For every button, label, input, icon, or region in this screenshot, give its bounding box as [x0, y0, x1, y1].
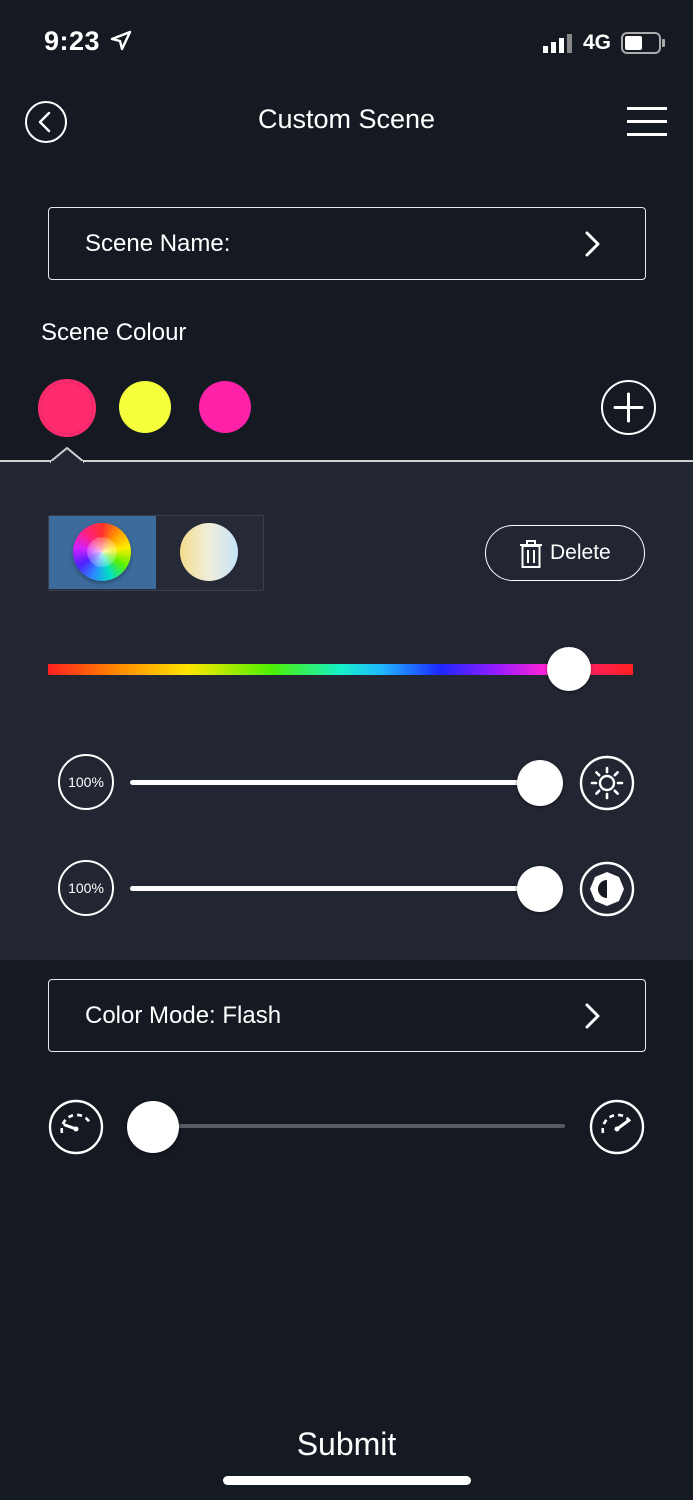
colour-swatch-2[interactable]	[119, 381, 171, 433]
hue-slider-track[interactable]	[48, 664, 633, 675]
chevron-right-icon	[585, 1003, 600, 1029]
saturation-slider-track[interactable]	[130, 886, 540, 891]
scene-name-label: Scene Name:	[85, 230, 231, 257]
white-temperature-icon	[180, 523, 238, 581]
battery-icon	[621, 32, 665, 54]
status-time: 9:23	[44, 26, 101, 56]
colour-wheel-icon	[73, 523, 131, 581]
plus-icon	[613, 392, 644, 423]
contrast-icon	[579, 861, 635, 917]
delete-label: Delete	[550, 541, 611, 564]
delete-button[interactable]: Delete	[485, 525, 645, 581]
color-mode-label: Color Mode: Flash	[85, 1002, 282, 1029]
scene-colour-label: Scene Colour	[41, 319, 187, 346]
brightness-slider-thumb[interactable]	[517, 760, 563, 806]
home-indicator	[223, 1476, 471, 1485]
location-arrow-icon	[110, 30, 132, 51]
signal-icon	[543, 34, 572, 53]
saturation-slider-thumb[interactable]	[517, 866, 563, 912]
colour-swatch-3[interactable]	[199, 381, 251, 433]
panel-divider	[0, 460, 693, 462]
white-mode-tab[interactable]	[156, 516, 263, 589]
brightness-slider-track[interactable]	[130, 780, 540, 785]
hue-slider-thumb[interactable]	[546, 647, 591, 691]
trash-icon	[520, 540, 542, 568]
colour-mode-toggle	[48, 515, 264, 591]
speed-slider-track[interactable]	[153, 1124, 565, 1128]
saturation-value-badge: 100%	[58, 860, 114, 916]
brightness-value-badge: 100%	[58, 754, 114, 810]
speed-slider-thumb[interactable]	[127, 1101, 179, 1153]
speed-slow-icon	[48, 1099, 104, 1155]
panel-pointer	[50, 447, 84, 463]
scene-name-row[interactable]: Scene Name:	[48, 207, 646, 280]
page-title: Custom Scene	[257, 104, 436, 134]
menu-icon[interactable]	[626, 104, 668, 140]
submit-button[interactable]: Submit	[0, 1426, 693, 1463]
add-colour-button[interactable]	[601, 380, 656, 435]
speed-fast-icon	[589, 1099, 645, 1155]
rgb-mode-tab[interactable]	[49, 516, 156, 589]
network-type: 4G	[583, 31, 612, 54]
chevron-right-icon	[585, 231, 600, 257]
sun-icon	[579, 755, 635, 811]
colour-swatch-1[interactable]	[41, 382, 93, 434]
color-mode-row[interactable]: Color Mode: Flash	[48, 979, 646, 1052]
